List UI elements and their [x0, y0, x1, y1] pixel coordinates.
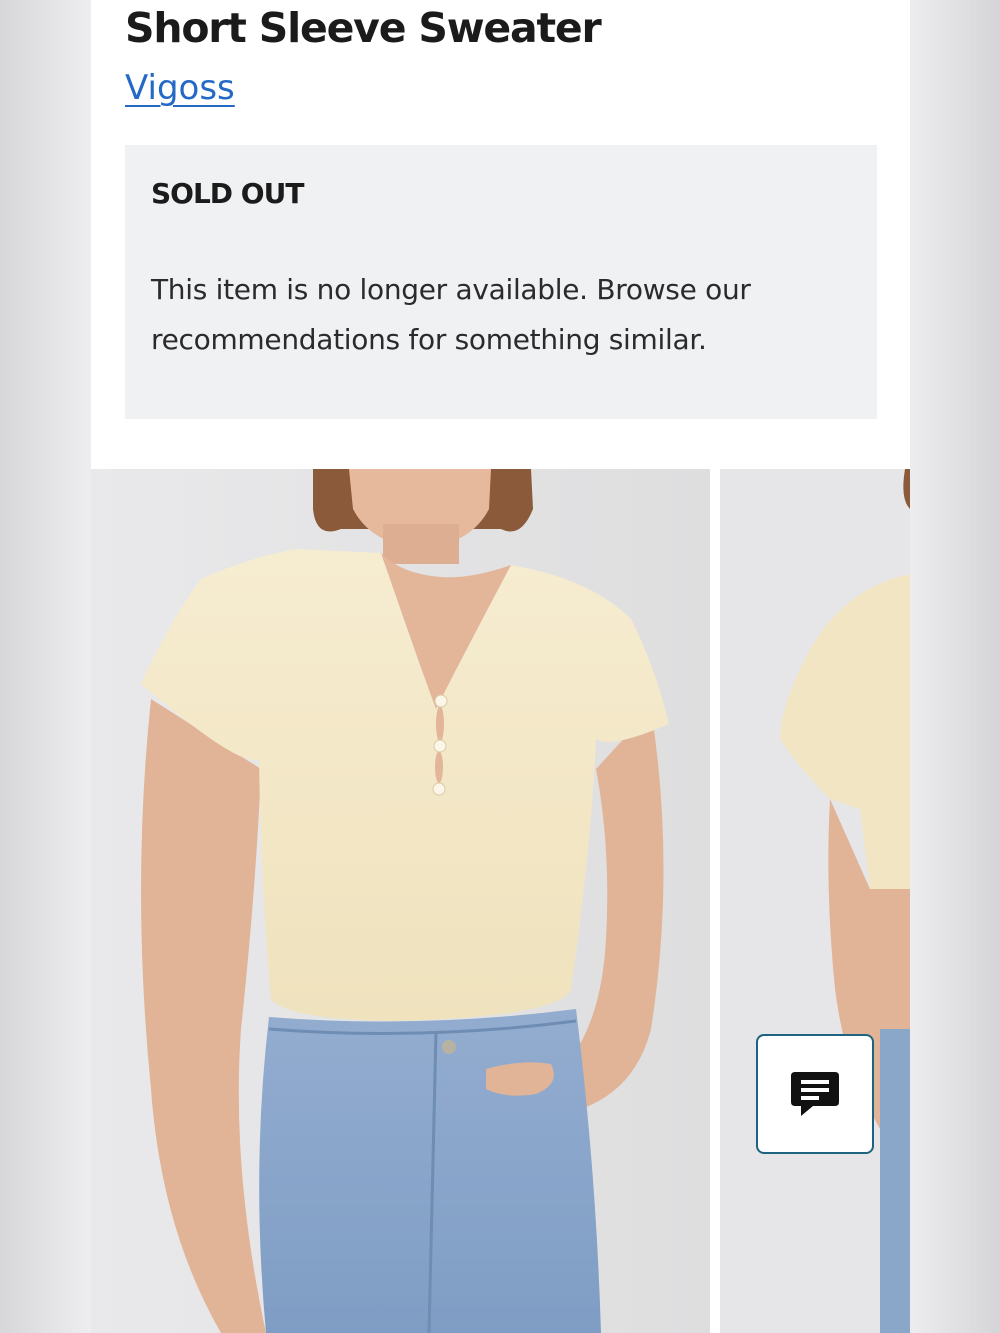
- product-title: Short Sleeve Sweater: [125, 4, 602, 52]
- sold-out-status: SOLD OUT: [151, 177, 304, 210]
- product-page: Short Sleeve Sweater Vigoss SOLD OUT Thi…: [91, 0, 910, 1333]
- chat-button[interactable]: [756, 1034, 874, 1154]
- chat-bubble-icon: [791, 1072, 839, 1116]
- sold-out-notice: SOLD OUT This item is no longer availabl…: [125, 145, 877, 419]
- product-image-front[interactable]: [91, 469, 710, 1333]
- sold-out-message: This item is no longer available. Browse…: [151, 273, 751, 356]
- product-image-side[interactable]: [720, 469, 910, 1333]
- brand-link[interactable]: Vigoss: [125, 68, 235, 108]
- product-image-gallery[interactable]: [91, 469, 910, 1333]
